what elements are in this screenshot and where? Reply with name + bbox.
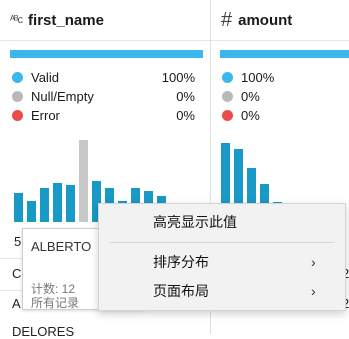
valid-dot-icon — [222, 72, 233, 83]
column-stats-amount: 100% 0% 0% — [222, 68, 274, 125]
menu-item-label: 页面布局 — [153, 283, 209, 299]
stat-row-valid: 100% — [222, 68, 274, 87]
column-name: first_name — [28, 11, 104, 29]
number-type-icon: # — [221, 8, 233, 31]
menu-item-page-layout[interactable]: 页面布局 › — [99, 276, 345, 306]
text-type-icon: ᴬᴮc — [10, 14, 23, 26]
tooltip-value: ALBERTO — [31, 239, 92, 254]
stat-value: 100% — [161, 70, 195, 85]
histogram-bar[interactable] — [40, 188, 49, 222]
menu-item-label: 排序分布 — [153, 254, 209, 270]
histogram-bar-null[interactable] — [79, 140, 88, 222]
histogram-bar[interactable] — [27, 201, 36, 222]
stat-value: 0% — [241, 108, 260, 123]
row-fragment: 5 — [14, 234, 22, 249]
error-dot-icon — [222, 110, 233, 121]
context-menu: 高亮显示此值 排序分布 › 页面布局 › — [98, 203, 346, 311]
column-profile-first-name: ᴬᴮc first_name — [0, 0, 210, 41]
chevron-right-icon: › — [311, 283, 316, 299]
column-profile-amount: # amount — [211, 0, 349, 41]
stat-label: Valid — [31, 70, 59, 85]
quality-bar-first-name[interactable] — [10, 50, 203, 58]
null-dot-icon — [222, 91, 233, 102]
row-fragment: DELORES — [12, 324, 75, 339]
histogram-bar[interactable] — [14, 193, 23, 222]
menu-item-label: 高亮显示此值 — [153, 214, 237, 230]
stat-value: 100% — [241, 70, 275, 85]
stat-row-error: 0% — [222, 106, 274, 125]
stat-row-valid: Valid 100% — [12, 68, 195, 87]
stat-value: 0% — [176, 89, 195, 104]
column-stats-first-name: Valid 100% Null/Empty 0% Error 0% — [12, 68, 195, 125]
stat-label: Null/Empty — [31, 89, 94, 104]
row-fragment: A — [12, 296, 21, 311]
stat-row-error: Error 0% — [12, 106, 195, 125]
histogram-bar[interactable] — [53, 183, 62, 222]
valid-dot-icon — [12, 72, 23, 83]
tooltip-all-records: 所有记录 — [31, 296, 80, 310]
column-header-amount[interactable]: # amount — [211, 0, 349, 41]
menu-separator — [109, 242, 335, 243]
column-name: amount — [238, 11, 293, 29]
menu-item-highlight-value[interactable]: 高亮显示此值 — [99, 207, 345, 237]
null-dot-icon — [12, 91, 23, 102]
column-header-first-name[interactable]: ᴬᴮc first_name — [0, 0, 210, 41]
chevron-right-icon: › — [311, 254, 316, 270]
quality-bar-amount[interactable] — [220, 50, 349, 58]
histogram-bar[interactable] — [66, 185, 75, 222]
stat-value: 0% — [176, 108, 195, 123]
row-fragment: C — [12, 266, 22, 281]
menu-item-sort-distribution[interactable]: 排序分布 › — [99, 247, 345, 277]
stat-value: 0% — [241, 89, 260, 104]
stat-row-null-empty: Null/Empty 0% — [12, 87, 195, 106]
error-dot-icon — [12, 110, 23, 121]
stat-label: Error — [31, 108, 60, 123]
stat-row-null-empty: 0% — [222, 87, 274, 106]
